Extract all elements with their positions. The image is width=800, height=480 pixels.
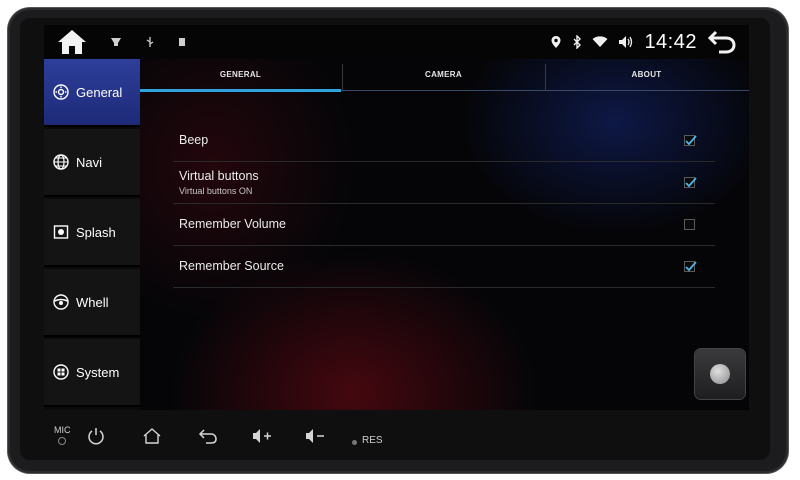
- gear-icon: [53, 84, 69, 100]
- sidebar-item-label: General: [76, 84, 123, 100]
- setting-title: Remember Volume: [179, 217, 286, 231]
- assistive-touch-dot: [710, 364, 730, 384]
- setting-row-remember-source[interactable]: Remember Source: [173, 246, 715, 288]
- tab-active-indicator: [140, 89, 341, 92]
- sidebar: General Navi Splash Whell System: [44, 59, 140, 410]
- sidebar-item-general[interactable]: General: [44, 59, 140, 127]
- setting-row-remember-volume[interactable]: Remember Volume: [173, 204, 715, 246]
- assistive-touch-button[interactable]: [695, 349, 745, 399]
- setting-title: Remember Source: [179, 259, 284, 273]
- sidebar-item-navi[interactable]: Navi: [44, 129, 140, 197]
- checkmark-icon: [685, 261, 697, 272]
- checkmark-icon: [685, 135, 697, 146]
- hardware-button-bar: MIC RES: [44, 415, 749, 455]
- setting-title: Virtual buttons: [179, 169, 259, 183]
- sidebar-item-whell[interactable]: Whell: [44, 269, 140, 337]
- tab-bar: GENERAL CAMERA ABOUT: [140, 59, 749, 93]
- sd-card-icon: [179, 38, 185, 46]
- sidebar-item-splash[interactable]: Splash: [44, 199, 140, 267]
- setting-subtitle: Virtual buttons ON: [179, 186, 253, 196]
- reset-label: RES: [362, 435, 383, 446]
- status-right-group: 14:42: [550, 28, 737, 56]
- beep-checkbox[interactable]: [684, 135, 697, 146]
- home-icon[interactable]: [56, 28, 88, 56]
- globe-icon: [53, 154, 69, 170]
- tab-about[interactable]: ABOUT: [546, 59, 747, 90]
- clock: 14:42: [644, 30, 697, 53]
- sidebar-item-label: Splash: [76, 224, 116, 240]
- volume-icon: [619, 36, 633, 48]
- back-icon[interactable]: [707, 29, 737, 55]
- system-icon: [53, 364, 69, 380]
- settings-panel: GENERAL CAMERA ABOUT Beep Virtual button…: [140, 59, 749, 410]
- setting-row-beep[interactable]: Beep: [173, 120, 715, 162]
- wifi-icon: [592, 36, 608, 47]
- setting-title: Beep: [179, 133, 209, 147]
- image-icon: [53, 225, 69, 239]
- notification-icon: [111, 38, 121, 46]
- reset-hole[interactable]: [352, 440, 357, 445]
- tab-general[interactable]: GENERAL: [140, 59, 341, 90]
- steering-wheel-icon: [53, 294, 69, 310]
- checkmark-icon: [685, 177, 697, 188]
- setting-row-virtual-buttons[interactable]: Virtual buttons Virtual buttons ON: [173, 162, 715, 204]
- screen: 14:42 General Navi Splash Whell System G…: [44, 25, 749, 410]
- virtual-buttons-checkbox[interactable]: [684, 177, 697, 188]
- usb-icon: [146, 37, 154, 47]
- tab-camera[interactable]: CAMERA: [343, 59, 544, 90]
- bluetooth-icon: [573, 35, 582, 49]
- sidebar-item-label: Navi: [76, 154, 103, 170]
- sidebar-item-label: Whell: [76, 294, 109, 310]
- remember-source-checkbox[interactable]: [684, 261, 697, 272]
- power-icon[interactable]: [86, 427, 106, 445]
- sidebar-item-system[interactable]: System: [44, 339, 140, 407]
- sidebar-item-label: System: [76, 364, 120, 380]
- volume-up-icon[interactable]: [252, 427, 272, 445]
- status-bar: 14:42: [44, 25, 749, 59]
- back-arrow-icon[interactable]: [198, 427, 218, 445]
- home-outline-icon[interactable]: [142, 427, 162, 445]
- mic-hole: [58, 437, 66, 445]
- remember-volume-checkbox[interactable]: [684, 219, 695, 230]
- volume-down-icon[interactable]: [305, 427, 325, 445]
- mic-label: MIC: [54, 425, 71, 435]
- location-icon: [551, 36, 561, 48]
